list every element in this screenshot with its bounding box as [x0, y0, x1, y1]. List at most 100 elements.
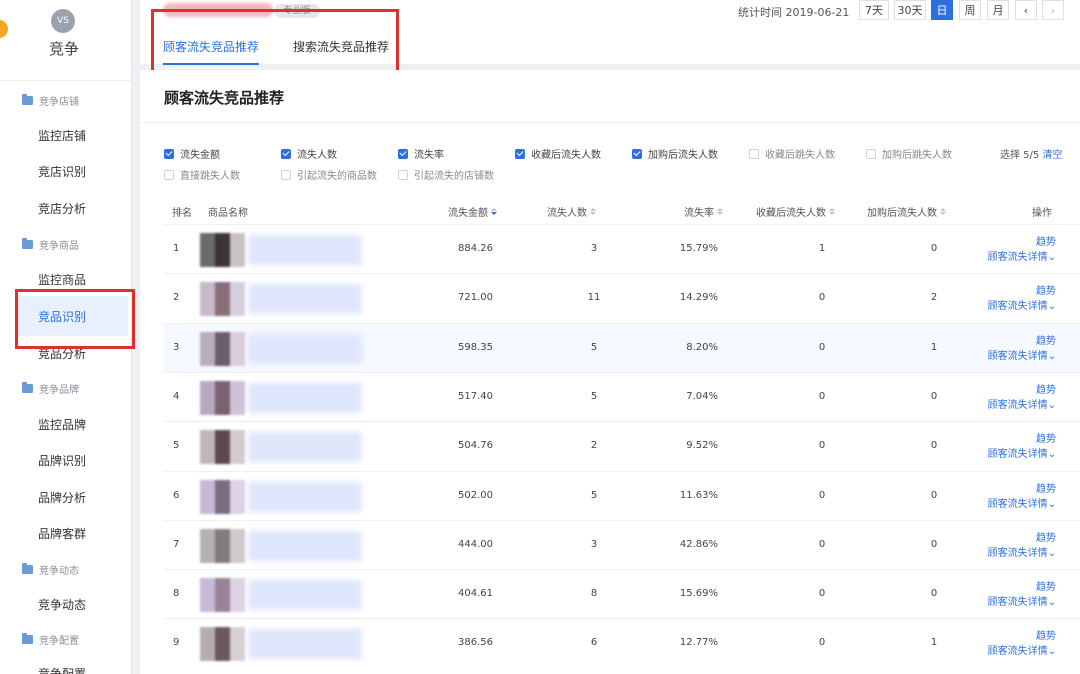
cell-cart-loss: 0: [930, 588, 938, 600]
product-name-redacted[interactable]: [248, 629, 362, 660]
sidebar-item-identify-brands[interactable]: 品牌识别: [0, 449, 128, 471]
loss-detail-link[interactable]: 顾客流失详情⌄: [988, 497, 1056, 512]
checkbox-loss-product-count[interactable]: 引起流失的商品数: [281, 167, 377, 182]
sidebar-item-identify-products[interactable]: 竞品识别: [16, 296, 128, 336]
trend-link[interactable]: 趋势: [988, 334, 1056, 349]
loss-detail-link[interactable]: 顾客流失详情⌄: [988, 546, 1056, 561]
product-name-redacted[interactable]: [248, 530, 362, 561]
loss-detail-link[interactable]: 顾客流失详情⌄: [988, 349, 1056, 364]
loss-detail-label: 顾客流失详情: [987, 252, 1048, 263]
checkbox-label: 流失人数: [297, 150, 337, 161]
product-thumbnail[interactable]: [200, 282, 245, 317]
product-thumbnail[interactable]: [200, 430, 245, 465]
cell-loss-amount: 598.35: [458, 341, 493, 353]
next-period-button[interactable]: ›: [1042, 0, 1064, 20]
loss-detail-link[interactable]: 顾客流失详情⌄: [988, 447, 1056, 462]
sidebar-item-brand-audience[interactable]: 品牌客群: [0, 522, 128, 544]
row-actions: 趋势 顾客流失详情⌄: [988, 334, 1056, 364]
cell-fav-loss: 0: [818, 489, 826, 501]
loss-detail-label: 顾客流失详情: [987, 301, 1048, 313]
sidebar-item-monitor-products[interactable]: 监控商品: [0, 268, 128, 290]
product-name-redacted[interactable]: [248, 284, 362, 315]
checkbox-checked-icon: [281, 148, 291, 159]
product-name-redacted[interactable]: [248, 432, 362, 463]
product-thumbnail[interactable]: [200, 233, 245, 267]
sort-icon: [940, 208, 946, 215]
table-row: 4 517.40 5 7.04% 0 0 趋势 顾客流失详情⌄: [164, 371, 1080, 421]
table-row: 7 444.00 3 42.86% 0 0 趋势 顾客流失详情⌄: [164, 519, 1080, 569]
tab-customer-loss[interactable]: 顾客流失竞品推荐: [163, 38, 260, 65]
loss-detail-link[interactable]: 顾客流失详情⌄: [988, 644, 1056, 659]
checkbox-checked-icon: [398, 148, 408, 159]
checkbox-label: 引起流失的店铺数: [414, 171, 494, 182]
trend-link[interactable]: 趋势: [988, 580, 1056, 595]
period-month-button[interactable]: 月: [987, 0, 1009, 20]
product-thumbnail[interactable]: [200, 627, 245, 662]
period-30d-button[interactable]: 30天: [894, 0, 926, 20]
trend-link[interactable]: 趋势: [988, 482, 1056, 497]
sidebar-item-competition-config[interactable]: 竞争配置: [0, 662, 128, 674]
product-thumbnail[interactable]: [200, 380, 245, 415]
sidebar-item-analyze-stores[interactable]: 竞店分析: [0, 197, 128, 219]
product-thumbnail[interactable]: [200, 331, 245, 366]
period-7d-button[interactable]: 7天: [859, 0, 889, 20]
checkbox-fav-bounce[interactable]: 收藏后跳失人数: [749, 146, 835, 161]
sidebar-item-competition-dynamics[interactable]: 竞争动态: [0, 593, 128, 615]
chevron-down-icon: ⌄: [1047, 646, 1056, 658]
product-thumbnail[interactable]: [200, 528, 245, 563]
loss-detail-link[interactable]: 顾客流失详情⌄: [988, 595, 1056, 610]
trend-link[interactable]: 趋势: [988, 432, 1056, 447]
prev-period-button[interactable]: ‹: [1015, 0, 1037, 20]
cell-loss-rate: 12.77%: [679, 637, 718, 649]
sidebar-item-analyze-products[interactable]: 竞品分析: [0, 342, 128, 364]
checkbox-direct-bounce[interactable]: 直接跳失人数: [164, 167, 240, 182]
sidebar-item-identify-stores[interactable]: 竞店识别: [0, 160, 128, 182]
nav-group-config: 竞争配置: [22, 631, 79, 647]
product-name-redacted[interactable]: [248, 333, 362, 364]
sort-icon: [590, 208, 596, 215]
period-week-button[interactable]: 周: [959, 0, 981, 20]
checkbox-loss-users[interactable]: 流失人数: [281, 146, 337, 161]
sidebar-item-analyze-brands[interactable]: 品牌分析: [0, 486, 128, 508]
trend-link[interactable]: 趋势: [988, 284, 1056, 299]
cell-loss-amount: 504.76: [458, 440, 493, 452]
product-name-redacted[interactable]: [248, 235, 362, 265]
sidebar-item-monitor-brands[interactable]: 监控品牌: [0, 413, 128, 435]
loss-detail-link[interactable]: 顾客流失详情⌄: [988, 398, 1056, 413]
checkbox-loss-store-count[interactable]: 引起流失的店铺数: [398, 167, 494, 182]
header-loss-users[interactable]: 流失人数: [547, 204, 596, 219]
header-loss-rate[interactable]: 流失率: [684, 204, 723, 219]
row-actions: 趋势 顾客流失详情⌄: [988, 531, 1056, 561]
clear-selection-link[interactable]: 清空: [1042, 150, 1062, 161]
product-name-redacted[interactable]: [248, 481, 362, 512]
table-header: 排名 商品名称 流失金额 流失人数 流失率 收藏后流失人数 加购后流失人数 操作: [164, 200, 1080, 224]
header-cart-loss-label: 加购后流失人数: [867, 208, 937, 219]
checkbox-loss-amount[interactable]: 流失金额: [164, 146, 220, 161]
sort-icon: [717, 208, 723, 215]
checkbox-loss-rate[interactable]: 流失率: [398, 146, 444, 161]
loss-detail-label: 顾客流失详情: [987, 646, 1048, 658]
product-name-redacted[interactable]: [248, 580, 362, 611]
tab-search-loss[interactable]: 搜索流失竞品推荐: [293, 38, 389, 65]
select-count-text: 选择 5/5: [1000, 150, 1040, 161]
folder-icon: [22, 562, 33, 574]
header-ops: 操作: [1032, 208, 1052, 219]
checkbox-fav-loss[interactable]: 收藏后流失人数: [515, 146, 601, 161]
trend-link[interactable]: 趋势: [988, 629, 1056, 644]
checkbox-cart-bounce[interactable]: 加购后跳失人数: [866, 146, 952, 161]
loss-detail-link[interactable]: 顾客流失详情⌄: [988, 299, 1056, 314]
checkbox-cart-loss[interactable]: 加购后流失人数: [632, 146, 718, 161]
trend-link[interactable]: 趋势: [988, 531, 1056, 546]
product-name-redacted[interactable]: [248, 382, 362, 413]
sidebar-item-monitor-stores[interactable]: 监控店铺: [0, 124, 128, 146]
period-day-button[interactable]: 日: [931, 0, 953, 20]
product-thumbnail[interactable]: [200, 479, 245, 514]
header-cart-loss[interactable]: 加购后流失人数: [867, 204, 946, 219]
trend-link[interactable]: 趋势: [988, 383, 1056, 398]
loss-detail-label: 顾客流失详情: [987, 350, 1048, 362]
trend-link[interactable]: 趋势: [988, 235, 1056, 250]
product-thumbnail[interactable]: [200, 578, 245, 613]
loss-detail-link[interactable]: 顾客流失详情⌄: [988, 250, 1056, 265]
header-fav-loss[interactable]: 收藏后流失人数: [756, 204, 835, 219]
header-loss-amount[interactable]: 流失金额: [448, 204, 497, 219]
